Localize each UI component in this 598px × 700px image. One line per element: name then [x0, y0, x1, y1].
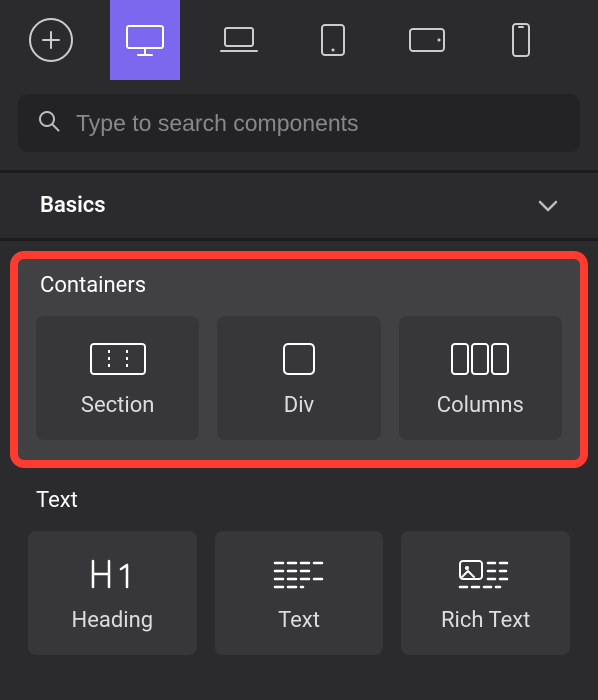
section-title: Basics: [40, 193, 106, 218]
device-tablet-portrait-button[interactable]: [298, 0, 368, 80]
search-input[interactable]: [76, 110, 562, 137]
cards-text: Heading Text Rich Text: [28, 531, 570, 655]
plus-icon: [29, 18, 73, 62]
add-button[interactable]: [16, 0, 86, 80]
text-icon: [273, 554, 325, 594]
card-columns[interactable]: Columns: [399, 316, 562, 440]
card-richtext[interactable]: Rich Text: [401, 531, 570, 655]
divider: [0, 238, 598, 241]
card-heading[interactable]: Heading: [28, 531, 197, 655]
group-containers: Containers Section Div Columns: [10, 251, 588, 468]
laptop-icon: [219, 25, 259, 55]
tablet-portrait-icon: [320, 23, 346, 57]
heading-icon: [87, 554, 137, 594]
search-area: [0, 80, 598, 170]
group-text: Text Heading Text: [0, 472, 598, 679]
device-laptop-button[interactable]: [204, 0, 274, 80]
phone-icon: [511, 22, 531, 58]
card-label: Text: [278, 608, 320, 633]
search-icon: [36, 108, 62, 138]
desktop-icon: [124, 22, 166, 58]
chevron-down-icon: [538, 193, 558, 218]
card-label: Rich Text: [441, 608, 530, 633]
card-div[interactable]: Div: [217, 316, 380, 440]
group-title-text: Text: [28, 482, 570, 531]
device-tablet-landscape-button[interactable]: [392, 0, 462, 80]
card-label: Div: [284, 393, 314, 418]
card-label: Section: [81, 393, 155, 418]
section-icon: [89, 339, 147, 379]
tablet-landscape-icon: [408, 27, 446, 53]
device-desktop-button[interactable]: [110, 0, 180, 80]
card-label: Heading: [72, 608, 154, 633]
search-box[interactable]: [18, 94, 580, 152]
group-title-containers: Containers: [36, 271, 562, 316]
cards-containers: Section Div Columns: [36, 316, 562, 440]
card-label: Columns: [437, 393, 524, 418]
device-toolbar: [0, 0, 598, 80]
card-section[interactable]: Section: [36, 316, 199, 440]
columns-icon: [450, 339, 510, 379]
device-phone-button[interactable]: [486, 0, 556, 80]
richtext-icon: [458, 554, 514, 594]
card-text[interactable]: Text: [215, 531, 384, 655]
section-header-basics[interactable]: Basics: [0, 173, 598, 238]
div-icon: [282, 339, 316, 379]
